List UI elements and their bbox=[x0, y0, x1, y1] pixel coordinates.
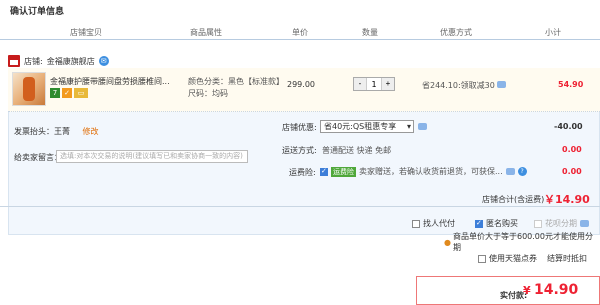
attr-size: 尺码：均码 bbox=[188, 89, 228, 98]
tmall-points-option[interactable]: 使用天猫点券 bbox=[478, 253, 537, 264]
product-thumbnail[interactable] bbox=[12, 72, 46, 106]
huabei-checkbox[interactable] bbox=[534, 219, 542, 228]
shop-icon bbox=[8, 55, 20, 67]
insurance-label: 运费险: bbox=[289, 168, 316, 177]
location-pin-icon: ● bbox=[444, 237, 451, 247]
unit-price: 299.00 bbox=[287, 80, 315, 89]
settle-label: 结算时抵扣 bbox=[547, 254, 587, 263]
chat-bubble-icon[interactable]: ✉ bbox=[98, 56, 109, 66]
col-quantity: 数量 bbox=[362, 28, 378, 37]
huabei-label: 花呗分期 bbox=[545, 219, 577, 228]
proxy-pay-checkbox[interactable] bbox=[412, 219, 420, 228]
insurance-row: 运费险 卖家赠送，若确认收货前退货，可获保... ? bbox=[320, 166, 527, 177]
attr-color: 颜色分类：黑色【标准款】 bbox=[188, 77, 284, 86]
help-icon[interactable]: ? bbox=[517, 167, 527, 176]
huabei-note: ● 商品单价大于等于600.00元才能使用分期 bbox=[444, 231, 600, 253]
proxy-pay-label: 找人代付 bbox=[423, 219, 455, 228]
product-name-link[interactable]: 金福康护腰带腰间盘劳损腰椎间... bbox=[50, 76, 170, 87]
shipping-label: 运送方式: bbox=[282, 146, 317, 155]
qty-plus-button[interactable]: + bbox=[382, 78, 394, 90]
qty-input[interactable] bbox=[366, 78, 382, 90]
final-currency: ¥ bbox=[523, 284, 531, 297]
shop-header: 店铺: 金福康旗舰店 ✉ bbox=[8, 54, 109, 68]
shop-name-link[interactable]: 金福康旗舰店 bbox=[47, 56, 95, 67]
insurance-text: 卖家赠送，若确认收货前退货，可获保... bbox=[359, 167, 503, 176]
seven-day-return-icon: 7 bbox=[50, 88, 60, 98]
guarantee-icon: ✓ bbox=[62, 88, 72, 98]
huabei-note-text: 商品单价大于等于600.00元才能使用分期 bbox=[452, 232, 593, 252]
proxy-pay-option[interactable]: 找人代付 bbox=[412, 218, 455, 229]
page-title: 确认订单信息 bbox=[10, 7, 65, 17]
shop-coupon-value: -40.00 bbox=[554, 122, 583, 131]
invoice-row: 发票抬头：王菁 修改 bbox=[14, 126, 99, 137]
anonymous-option[interactable]: 匿名购买 bbox=[475, 218, 518, 229]
col-discount: 优惠方式 bbox=[440, 28, 472, 37]
tmall-points-checkbox[interactable] bbox=[478, 254, 486, 263]
product-attributes: 颜色分类：黑色【标准款】 尺码：均码 bbox=[188, 76, 284, 100]
column-header: 店铺宝贝 商品属性 单价 数量 优惠方式 小计 bbox=[0, 22, 600, 40]
discount-info-icon[interactable] bbox=[497, 81, 507, 88]
anonymous-label: 匿名购买 bbox=[486, 219, 518, 228]
shop-label: 店铺: bbox=[24, 56, 43, 66]
shipping-value: 普通配送 快递 免邮 bbox=[322, 146, 392, 155]
message-input[interactable]: 选填:对本次交易的说明(建议填写已和卖家协商一致的内容) bbox=[56, 150, 248, 163]
huabei-chat-icon[interactable] bbox=[580, 220, 589, 227]
item-row bbox=[8, 68, 600, 112]
insurance-tag: 运费险 bbox=[331, 166, 356, 177]
insurance-chat-icon[interactable] bbox=[505, 168, 515, 175]
discount-text: 省244.10:领取减30 bbox=[422, 81, 495, 90]
insurance-checkbox[interactable] bbox=[320, 167, 328, 176]
qty-minus-button[interactable]: - bbox=[354, 78, 366, 90]
invoice-edit-link[interactable]: 修改 bbox=[83, 127, 99, 136]
message-label: 给卖家留言： bbox=[14, 153, 62, 162]
col-unit-price: 单价 bbox=[292, 28, 308, 37]
final-amount: 14.90 bbox=[534, 282, 579, 298]
anonymous-checkbox[interactable] bbox=[475, 219, 483, 228]
credit-card-icon: ▭ bbox=[74, 88, 88, 98]
coupon-chat-icon[interactable] bbox=[418, 123, 427, 130]
col-subtotal: 小计 bbox=[545, 28, 561, 37]
huabei-option[interactable]: 花呗分期 bbox=[534, 218, 589, 229]
shop-coupon-select[interactable]: 省40元:QS租惠专享 bbox=[320, 120, 414, 133]
product-badges: 7 ✓ ▭ bbox=[50, 88, 88, 98]
invoice-label: 发票抬头：王菁 bbox=[14, 127, 70, 136]
shop-coupon-label: 店铺优惠: bbox=[282, 123, 317, 132]
discount-info: 省244.10:领取减30 bbox=[422, 80, 507, 91]
shop-total-amount: ￥14.90 bbox=[544, 193, 590, 206]
col-shop-item: 店铺宝贝 bbox=[70, 28, 102, 37]
col-attributes: 商品属性 bbox=[190, 28, 222, 37]
tmall-points-label: 使用天猫点券 bbox=[489, 254, 537, 263]
insurance-amount: 0.00 bbox=[562, 167, 582, 176]
item-subtotal: 54.90 bbox=[558, 80, 584, 89]
shop-total-label: 店铺合计(含运费) bbox=[482, 195, 545, 204]
shipping-amount: 0.00 bbox=[562, 145, 582, 154]
quantity-stepper: - + bbox=[353, 77, 395, 91]
